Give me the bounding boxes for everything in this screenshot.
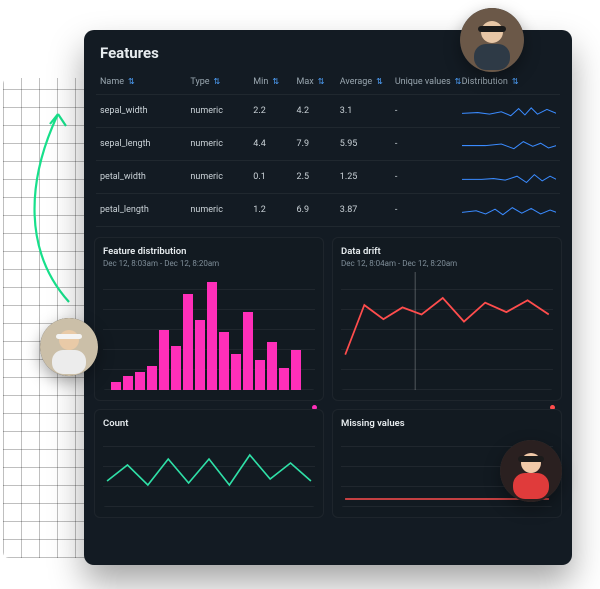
table-row[interactable]: sepal_widthnumeric2.24.23.1- <box>96 95 560 128</box>
table-cell: 3.87 <box>340 205 395 215</box>
table-row[interactable]: petal_lengthnumeric1.26.93.87- <box>96 194 560 227</box>
histogram-plot <box>103 272 315 390</box>
table-cell: - <box>395 205 462 215</box>
histogram-bar <box>267 342 277 390</box>
table-header-row: Name⇅ Type⇅ Min⇅ Max⇅ Average⇅ Unique va… <box>96 70 560 95</box>
card-title: Feature distribution <box>103 246 315 257</box>
table-cell: 4.4 <box>253 139 296 149</box>
col-dist[interactable]: Distribution⇅ <box>462 77 556 87</box>
table-row[interactable]: sepal_lengthnumeric4.47.95.95- <box>96 128 560 161</box>
histogram-bar <box>195 320 205 390</box>
table-cell: numeric <box>190 172 253 182</box>
histogram-bar <box>135 372 145 390</box>
card-feature-distribution: Feature distribution Dec 12, 8:03am - De… <box>94 237 324 401</box>
sparkline <box>462 168 556 186</box>
table-cell: 1.25 <box>340 172 395 182</box>
table-cell: - <box>395 106 462 116</box>
table-cell: petal_width <box>100 172 190 182</box>
histogram-bar <box>243 312 253 390</box>
card-subtitle: Dec 12, 8:03am - Dec 12, 8:20am <box>103 259 315 268</box>
histogram-bar <box>255 360 265 390</box>
avatar <box>460 8 524 72</box>
table-cell: 3.1 <box>340 106 395 116</box>
col-name[interactable]: Name⇅ <box>100 77 190 87</box>
table-cell: numeric <box>190 106 253 116</box>
table-cell: sepal_width <box>100 106 190 116</box>
col-min[interactable]: Min⇅ <box>253 77 296 87</box>
table-cell: numeric <box>190 139 253 149</box>
sort-icon[interactable]: ⇅ <box>512 77 519 86</box>
cards-grid: Feature distribution Dec 12, 8:03am - De… <box>84 237 572 530</box>
histogram-bar <box>123 376 133 390</box>
features-panel: Features Name⇅ Type⇅ Min⇅ Max⇅ Average⇅ … <box>84 30 572 565</box>
histogram-bar <box>171 346 181 390</box>
histogram-bar <box>147 366 157 390</box>
table-cell: 0.1 <box>253 172 296 182</box>
card-title: Count <box>103 418 315 429</box>
card-subtitle: Dec 12, 8:04am - Dec 12, 8:20am <box>341 259 553 268</box>
table-cell: 7.9 <box>297 139 340 149</box>
avatar <box>40 318 98 376</box>
col-type[interactable]: Type⇅ <box>190 77 253 87</box>
table-cell: 4.2 <box>297 106 340 116</box>
sort-icon[interactable]: ⇅ <box>272 77 279 86</box>
histogram-bar <box>231 354 241 390</box>
card-title: Data drift <box>341 246 553 257</box>
table-cell: 2.2 <box>253 106 296 116</box>
sparkline <box>462 102 556 120</box>
col-max[interactable]: Max⇅ <box>297 77 340 87</box>
sparkline <box>462 201 556 219</box>
table-cell: 5.95 <box>340 139 395 149</box>
sort-icon[interactable]: ⇅ <box>128 77 135 86</box>
col-avg[interactable]: Average⇅ <box>340 77 395 87</box>
histogram-bar <box>291 350 301 390</box>
col-unique[interactable]: Unique values⇅ <box>395 77 462 87</box>
card-count: Count <box>94 409 324 518</box>
table-cell: numeric <box>190 205 253 215</box>
histogram-bar <box>111 382 121 390</box>
histogram-bar <box>279 368 289 390</box>
table-row[interactable]: petal_widthnumeric0.12.51.25- <box>96 161 560 194</box>
card-data-drift: Data drift Dec 12, 8:04am - Dec 12, 8:20… <box>332 237 562 401</box>
sort-icon[interactable]: ⇅ <box>376 77 383 86</box>
table-cell: sepal_length <box>100 139 190 149</box>
histogram-bar <box>183 294 193 390</box>
histogram-bar <box>159 330 169 390</box>
avatar <box>500 440 562 502</box>
table-cell: 2.5 <box>297 172 340 182</box>
card-title: Missing values <box>341 418 553 429</box>
count-plot <box>103 429 315 507</box>
histogram-bar <box>207 282 217 390</box>
features-table: Name⇅ Type⇅ Min⇅ Max⇅ Average⇅ Unique va… <box>96 70 560 227</box>
table-cell: petal_length <box>100 205 190 215</box>
sort-icon[interactable]: ⇅ <box>214 77 221 86</box>
table-cell: 6.9 <box>297 205 340 215</box>
sort-icon[interactable]: ⇅ <box>455 77 462 86</box>
table-cell: - <box>395 172 462 182</box>
table-cell: - <box>395 139 462 149</box>
sparkline <box>462 135 556 153</box>
histogram-bar <box>219 332 229 390</box>
drift-plot <box>341 272 553 390</box>
sort-icon[interactable]: ⇅ <box>318 77 325 86</box>
table-cell: 1.2 <box>253 205 296 215</box>
